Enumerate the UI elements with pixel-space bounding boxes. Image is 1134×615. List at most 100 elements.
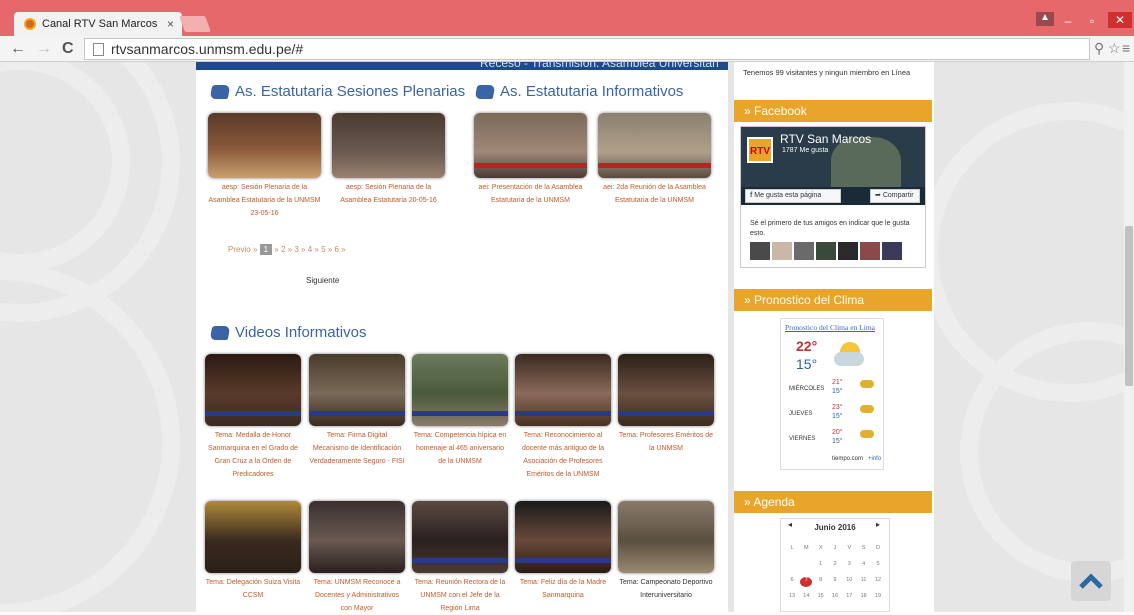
video-caption[interactable]: aei: Presentación de la Asamblea Estatut… — [474, 181, 587, 207]
video-thumbnail[interactable] — [412, 354, 508, 426]
minimize-icon[interactable]: – — [1058, 14, 1078, 28]
weather-info-link[interactable]: +info — [868, 456, 881, 462]
pager-separator: » — [314, 245, 319, 254]
video-caption[interactable]: Tema: Campeonato Deportivo Interuniversi… — [618, 576, 714, 602]
user-profile-icon[interactable]: ▲ — [1036, 12, 1054, 26]
video-caption[interactable]: Tema: Profesores Eméritos de la UNMSM — [618, 429, 714, 455]
friend-avatar[interactable] — [860, 242, 880, 260]
video-caption[interactable]: Tema: Competencia hípica en homenaje al … — [412, 429, 508, 468]
friend-avatar[interactable] — [794, 242, 814, 260]
url-text: rtvsanmarcos.unmsm.edu.pe/# — [111, 41, 304, 57]
forward-button[interactable]: → — [36, 40, 52, 58]
video-thumbnail[interactable] — [309, 354, 405, 426]
calendar-day — [800, 561, 812, 571]
reload-button[interactable]: C — [62, 40, 74, 58]
pager-page-current: 1 — [259, 244, 273, 255]
maximize-icon[interactable]: ▫ — [1082, 14, 1102, 28]
video-thumbnail[interactable] — [332, 113, 445, 178]
video-thumbnail[interactable] — [618, 501, 714, 573]
calendar-next-icon[interactable]: ▸ — [876, 520, 880, 529]
calendar-day[interactable]: 15 — [815, 593, 827, 603]
video-caption[interactable]: aei: 2da Reunión de la Asamblea Estatuta… — [598, 181, 711, 207]
calendar-day[interactable]: 18 — [858, 593, 870, 603]
partly-cloudy-icon — [860, 380, 874, 388]
friend-avatar[interactable] — [816, 242, 836, 260]
section-title-videos[interactable]: Videos Informativos — [209, 324, 366, 341]
video-thumbnail[interactable] — [412, 501, 508, 573]
sidebar-heading-text: Pronostico del Clima — [754, 293, 865, 307]
scrollbar-thumb[interactable] — [1125, 226, 1133, 386]
video-thumbnail[interactable] — [598, 113, 711, 178]
camera-icon — [474, 84, 496, 99]
calendar-today[interactable]: 7 — [800, 577, 813, 587]
address-bar[interactable]: rtvsanmarcos.unmsm.edu.pe/# — [84, 38, 1090, 60]
pager-next-link[interactable]: Siguiente — [306, 276, 339, 285]
facebook-like-button[interactable]: f Me gusta esta página — [745, 189, 841, 203]
pager-page[interactable]: 6 — [334, 245, 338, 254]
zoom-icon[interactable]: ⚲ — [1094, 40, 1104, 57]
pager-page[interactable]: 4 — [308, 245, 312, 254]
weather-source[interactable]: tiempo.com — [832, 456, 863, 462]
menu-icon[interactable]: ≡ — [1122, 40, 1130, 56]
browser-tab[interactable]: Canal RTV San Marcos × — [14, 12, 182, 36]
calendar-day[interactable]: 19 — [872, 593, 884, 603]
friend-avatar[interactable] — [772, 242, 792, 260]
video-caption[interactable]: aesp: Sesión Plenaria de la Asamblea Est… — [332, 181, 445, 207]
calendar-day[interactable]: 16 — [829, 593, 841, 603]
calendar-day[interactable]: 1 — [815, 561, 827, 571]
calendar-week: 12345 — [786, 561, 884, 571]
video-thumbnail[interactable] — [618, 354, 714, 426]
calendar-week: 6 7 8 9 10 11 12 — [786, 577, 884, 587]
section-title-informativos[interactable]: As. Estatutaria Informativos — [474, 83, 683, 100]
calendar-day[interactable]: 3 — [843, 561, 855, 571]
calendar-day[interactable]: 17 — [843, 593, 855, 603]
calendar-day[interactable]: 12 — [872, 577, 884, 587]
calendar-day[interactable]: 9 — [829, 577, 841, 587]
video-caption[interactable]: Tema: Reconocimiento al docente más anti… — [515, 429, 611, 481]
calendar-day[interactable]: 4 — [858, 561, 870, 571]
back-to-top-button[interactable] — [1071, 561, 1111, 601]
bookmark-star-icon[interactable]: ☆ — [1108, 40, 1121, 57]
window-close-icon[interactable]: ✕ — [1108, 12, 1132, 28]
calendar-day[interactable]: 13 — [786, 593, 798, 603]
tab-close-icon[interactable]: × — [167, 17, 174, 31]
facebook-page-logo[interactable]: RTV — [747, 137, 773, 163]
video-caption[interactable]: Tema: Medalla de Honor Sanmarquina en el… — [205, 429, 301, 481]
pager-separator: » — [341, 245, 346, 254]
video-thumbnail[interactable] — [205, 501, 301, 573]
video-thumbnail[interactable] — [208, 113, 321, 178]
video-caption[interactable]: Tema: Delegación Suiza Visita CCSM — [205, 576, 301, 602]
calendar-day[interactable]: 2 — [829, 561, 841, 571]
calendar-day[interactable]: 10 — [843, 577, 855, 587]
video-caption[interactable]: Tema: Firma Digital Mecanismo de Identif… — [309, 429, 405, 468]
pager-prev[interactable]: Previo — [228, 245, 251, 254]
calendar-day[interactable]: 8 — [815, 577, 827, 587]
video-caption[interactable]: Tema: Reunión Rectora de la UNMSM con el… — [412, 576, 508, 615]
friend-avatar[interactable] — [882, 242, 902, 260]
new-tab-button[interactable] — [179, 16, 211, 32]
facebook-share-button[interactable]: ➦ Compartir — [870, 189, 920, 203]
pager-page[interactable]: 2 — [281, 245, 285, 254]
video-thumbnail[interactable] — [309, 501, 405, 573]
live-banner[interactable]: Receso - Transmision: Asamblea Universit… — [196, 62, 728, 70]
calendar-day[interactable]: 5 — [872, 561, 884, 571]
calendar-day[interactable]: 14 — [800, 593, 812, 603]
video-caption[interactable]: Tema: UNMSM Reconoce a Docentes y Admini… — [309, 576, 405, 615]
calendar-day[interactable]: 11 — [858, 577, 870, 587]
video-thumbnail[interactable] — [515, 501, 611, 573]
facebook-page-name[interactable]: RTV San Marcos — [780, 132, 871, 146]
friend-avatar[interactable] — [750, 242, 770, 260]
calendar-day[interactable]: 6 — [786, 577, 798, 587]
pager-page[interactable]: 3 — [294, 245, 298, 254]
pager-page[interactable]: 5 — [321, 245, 325, 254]
video-caption[interactable]: aesp: Sesión Plenaria de la Asamblea Est… — [208, 181, 321, 220]
video-thumbnail[interactable] — [474, 113, 587, 178]
weather-link[interactable]: Pronostico del Clima en Lima — [785, 323, 875, 332]
video-thumbnail[interactable] — [515, 354, 611, 426]
section-title-plenarias[interactable]: As. Estatutaria Sesiones Plenarias — [209, 83, 465, 100]
back-button[interactable]: ← — [10, 40, 26, 58]
forecast-high: 21° — [832, 379, 843, 386]
video-caption[interactable]: Tema: Feliz día de la Madre Sanmarquina — [515, 576, 611, 602]
friend-avatar[interactable] — [838, 242, 858, 260]
video-thumbnail[interactable] — [205, 354, 301, 426]
